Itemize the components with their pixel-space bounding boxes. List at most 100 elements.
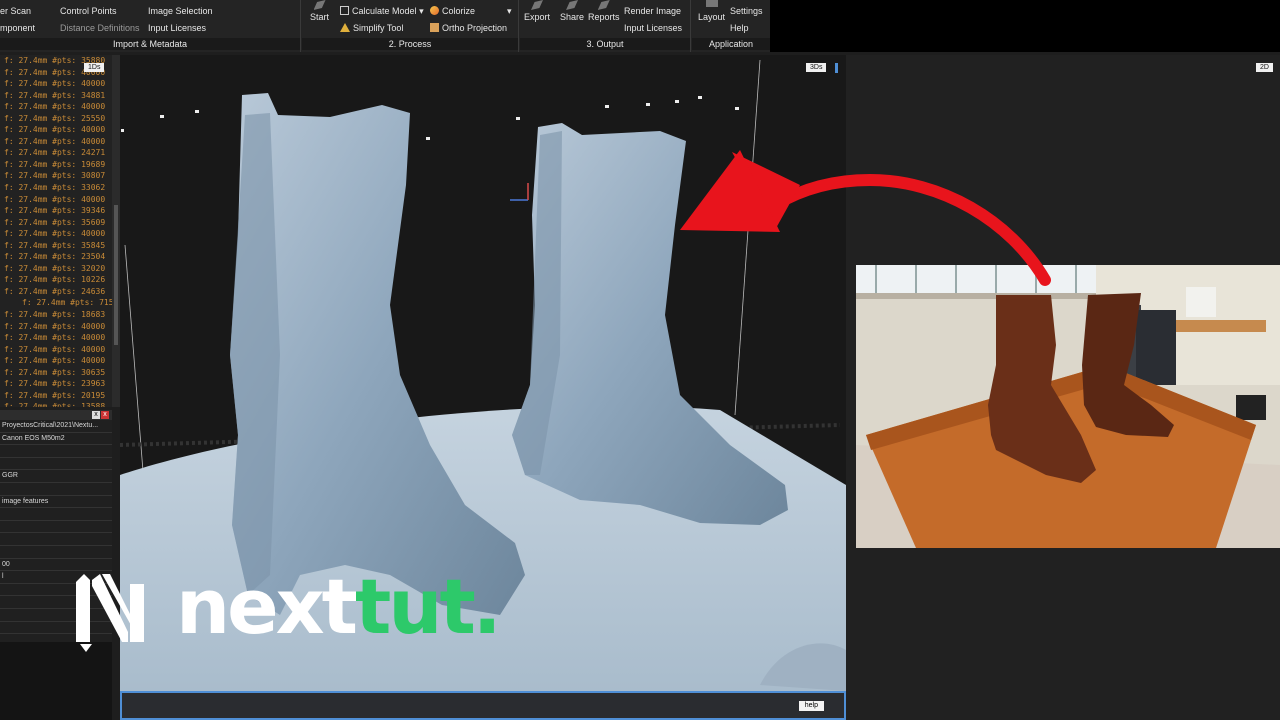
status-bar: help — [120, 691, 846, 720]
layout-icon — [705, 0, 718, 7]
ortho-projection-icon — [430, 23, 439, 32]
log-line: f: 27.4mm #pts: 40000 — [4, 229, 106, 239]
export-button[interactable]: Export — [524, 0, 550, 22]
nexttut-logo: nexttut. — [76, 562, 502, 660]
start-button[interactable]: Start — [310, 0, 329, 22]
property-row[interactable] — [0, 457, 112, 471]
simplify-tool-label: Simplify Tool — [353, 23, 404, 33]
ortho-projection-button[interactable]: Ortho Projection — [430, 23, 507, 33]
help-menu-button[interactable]: Help — [730, 23, 749, 33]
log-scrollbar[interactable] — [112, 55, 120, 407]
reference-photo — [856, 265, 1280, 548]
share-button[interactable]: Share — [560, 0, 584, 22]
settings-button[interactable]: Settings — [730, 6, 763, 16]
property-row[interactable]: ProyectosCritical\2021\Nextu... — [0, 420, 112, 433]
property-row[interactable] — [0, 545, 112, 559]
share-label: Share — [560, 12, 585, 22]
log-line: f: 27.4mm #pts: 35845 — [4, 240, 106, 250]
annotation-arrow-icon — [680, 150, 1051, 286]
properties-panel: x x ProyectosCritical\2021\Nextu... Canon… — [0, 410, 112, 720]
log-list: f: 27.4mm #pts: 35880 f: 27.4mm #pts: 400… — [0, 55, 112, 407]
calculate-model-button[interactable]: Calculate Model ▾ — [340, 6, 424, 17]
colorize-button[interactable]: Colorize — [430, 6, 475, 16]
start-icon — [313, 0, 326, 10]
property-row[interactable]: Canon EOS M50m2 — [0, 432, 112, 446]
axis-gizmo-icon — [510, 183, 529, 201]
log-line: f: 27.4mm #pts: 30807 — [4, 171, 106, 181]
log-line: f: 27.4mm #pts: 18683 — [4, 310, 106, 320]
view-2d-tag[interactable]: 2D — [1256, 63, 1273, 72]
log-line: f: 27.4mm #pts: 40000 — [4, 79, 106, 89]
component-button[interactable]: mponent — [0, 23, 35, 33]
colorize-dropdown-icon[interactable]: ▾ — [507, 6, 512, 17]
ribbon-group-title-application: Application — [692, 38, 770, 50]
close-icon[interactable]: x — [101, 411, 109, 419]
log-line: f: 27.4mm #pts: 23963 — [4, 379, 106, 389]
view-1ds-tag[interactable]: 1Ds — [84, 63, 105, 72]
log-line: f: 27.4mm #pts: 7155 — [22, 298, 112, 308]
control-points-button[interactable]: Control Points — [60, 6, 117, 16]
log-line: f: 27.4mm #pts: 40000 — [4, 102, 106, 112]
property-row[interactable] — [0, 520, 112, 534]
share-icon — [566, 0, 579, 10]
log-line: f: 27.4mm #pts: 13588 — [4, 402, 106, 407]
log-line: f: 27.4mm #pts: 40000 — [4, 356, 106, 366]
log-scrollbar-thumb[interactable] — [114, 205, 118, 345]
output-input-licenses-button[interactable]: Input Licenses — [624, 23, 682, 33]
log-line: f: 27.4mm #pts: 32020 — [4, 263, 106, 273]
log-line: f: 27.4mm #pts: 40000 — [4, 333, 106, 343]
laser-scan-button[interactable]: er Scan — [0, 6, 31, 16]
log-line: f: 27.4mm #pts: 40000 — [4, 136, 106, 146]
simplify-tool-button[interactable]: Simplify Tool — [340, 23, 403, 33]
calculate-icon — [340, 6, 349, 15]
logo-text-next: next — [176, 562, 358, 651]
input-licenses-button[interactable]: Input Licenses — [148, 23, 206, 33]
log-line: f: 27.4mm #pts: 40000 — [4, 321, 106, 331]
layout-button[interactable]: Layout — [698, 0, 725, 22]
property-row[interactable]: image features — [0, 495, 112, 509]
console-log-panel[interactable]: f: 27.4mm #pts: 35880 f: 27.4mm #pts: 400… — [0, 55, 112, 407]
log-line: f: 27.4mm #pts: 19689 — [4, 159, 106, 169]
export-icon — [531, 0, 543, 10]
log-line: f: 27.4mm #pts: 25550 — [4, 113, 106, 123]
property-row[interactable]: GGR — [0, 470, 112, 483]
log-line: f: 27.4mm #pts: 34881 — [4, 90, 106, 100]
image-selection-button[interactable]: Image Selection — [148, 6, 213, 16]
ortho-projection-label: Ortho Projection — [442, 23, 508, 33]
ribbon-group-application: Layout Settings Help Application — [692, 0, 770, 52]
reports-button[interactable]: Reports — [588, 0, 620, 22]
reports-label: Reports — [588, 12, 620, 22]
ribbon-empty-area — [770, 0, 1280, 52]
viewport-edge — [835, 63, 838, 73]
nexttut-mark-icon — [76, 574, 144, 652]
colorize-label: Colorize — [442, 6, 476, 16]
distance-definitions-button[interactable]: Distance Definitions — [60, 23, 140, 33]
start-label: Start — [310, 12, 330, 22]
dropdown-arrow-icon: ▾ — [419, 6, 424, 16]
property-row[interactable] — [0, 482, 112, 496]
property-row[interactable] — [0, 445, 112, 458]
log-line: f: 27.4mm #pts: 23504 — [4, 252, 106, 262]
colorize-icon — [430, 6, 439, 15]
export-label: Export — [524, 12, 551, 22]
ribbon-group-title-process: 2. Process — [302, 38, 518, 50]
log-line: f: 27.4mm #pts: 20195 — [4, 390, 106, 400]
log-line: f: 27.4mm #pts: 39346 — [4, 206, 106, 216]
pin-icon[interactable]: x — [92, 411, 100, 419]
help-button[interactable]: help — [798, 701, 824, 711]
view-3ds-tag[interactable]: 3Ds — [806, 63, 827, 72]
ribbon-group-output: Export Share Reports Render Image Input … — [520, 0, 691, 52]
ribbon-group-process: Start Calculate Model ▾ Colorize ▾ Simpl… — [302, 0, 519, 52]
logo-text-tut: tut. — [355, 562, 502, 651]
property-row[interactable] — [0, 508, 112, 521]
render-image-button[interactable]: Render Image — [624, 6, 681, 16]
log-line: f: 27.4mm #pts: 40000 — [4, 125, 106, 135]
ribbon-group-title-output: 3. Output — [520, 38, 690, 50]
calculate-model-label: Calculate Model — [352, 6, 417, 16]
log-line: f: 27.4mm #pts: 30635 — [4, 367, 106, 377]
nexttut-wordmark: nexttut. — [176, 562, 502, 652]
log-line: f: 27.4mm #pts: 35609 — [4, 217, 106, 227]
properties-panel-header: x x — [0, 410, 112, 420]
reports-icon — [597, 0, 610, 10]
property-row[interactable] — [0, 533, 112, 546]
